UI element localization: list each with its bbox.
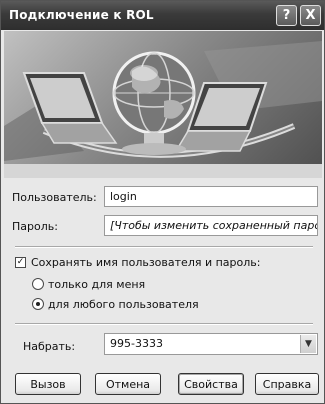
only-me-label[interactable]: только для меня <box>48 278 145 291</box>
call-button[interactable]: Вызов <box>15 373 81 395</box>
cancel-button[interactable]: Отмена <box>95 373 161 395</box>
banner-image <box>4 31 322 164</box>
any-user-radio[interactable] <box>32 298 44 310</box>
globe-icon <box>112 51 196 135</box>
window-title: Подключение к ROL <box>9 8 154 22</box>
user-label: Пользователь: <box>12 191 97 204</box>
password-field[interactable]: [Чтобы изменить сохраненный пароль, ще. <box>104 215 318 236</box>
dropdown-arrow-icon[interactable]: ▼ <box>300 335 316 353</box>
banner-strip <box>4 164 322 178</box>
user-field[interactable]: login <box>104 186 318 207</box>
title-bar[interactable]: Подключение к ROL ? X <box>1 1 324 30</box>
password-label: Пароль: <box>12 220 58 233</box>
help-title-button[interactable]: ? <box>276 5 297 26</box>
properties-button[interactable]: Свойства <box>178 373 244 395</box>
connection-dialog: Подключение к ROL ? X Пользователь: logi… <box>0 0 325 404</box>
only-me-radio[interactable] <box>32 278 44 290</box>
divider <box>15 246 313 248</box>
dial-label: Набрать: <box>23 340 76 353</box>
divider <box>15 323 313 325</box>
any-user-label[interactable]: для любого пользователя <box>48 298 199 311</box>
dial-value: 995-3333 <box>110 337 163 350</box>
help-button[interactable]: Справка <box>255 373 319 395</box>
radio-dot-icon <box>36 302 40 306</box>
close-button[interactable]: X <box>300 5 321 26</box>
dial-combobox[interactable]: 995-3333 ▼ <box>104 333 318 355</box>
save-credentials-label[interactable]: Сохранять имя пользователя и пароль: <box>31 256 260 269</box>
save-credentials-checkbox[interactable]: ✓ <box>15 257 26 268</box>
